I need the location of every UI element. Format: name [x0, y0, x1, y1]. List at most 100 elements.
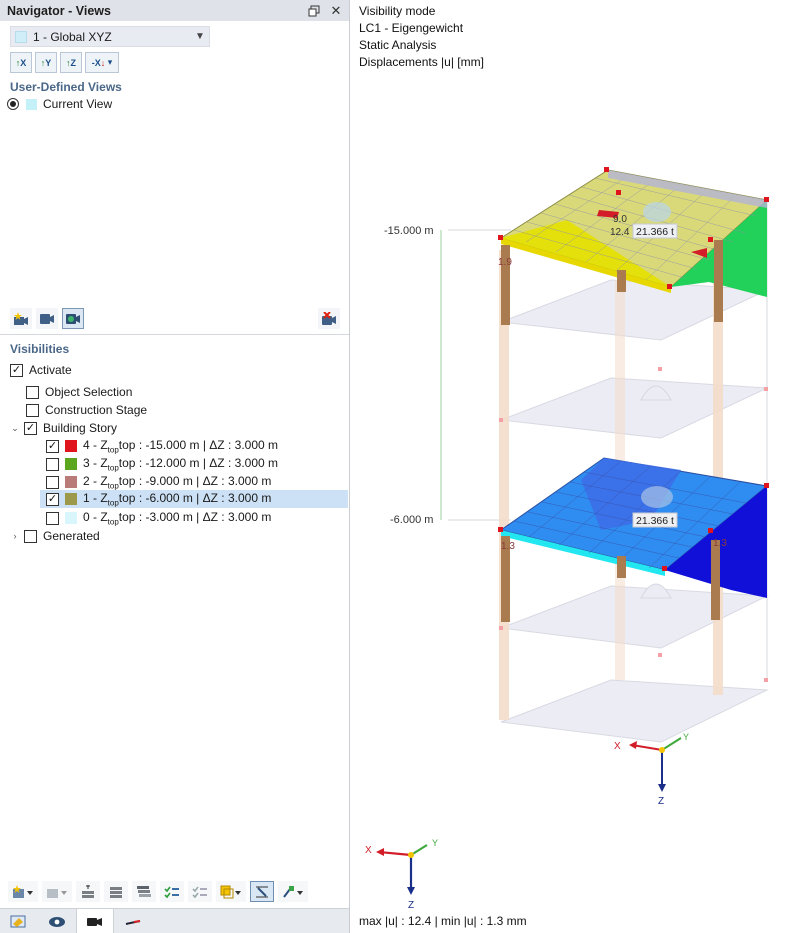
camera-settings-icon[interactable]: [62, 308, 84, 329]
story-row-3[interactable]: 3 - Ztoptop : -12.000 m | ΔZ : 3.000 m: [46, 455, 278, 473]
value-label: 1.3: [501, 541, 515, 552]
view-select[interactable]: 1 - Global XYZ ▼: [10, 26, 210, 47]
generated-item[interactable]: › Generated: [9, 527, 100, 545]
story-1-checkbox[interactable]: [46, 492, 59, 506]
result-summary-status: max |u| : 12.4 | min |u| : 1.3 mm: [359, 914, 527, 928]
visibilities-title: Visibilities: [10, 342, 70, 356]
activate-label: Activate: [29, 363, 72, 377]
view-y-button[interactable]: ↑ Y: [35, 52, 57, 73]
story-row-1[interactable]: 1 - Ztoptop : -6.000 m | ΔZ : 3.000 m: [40, 490, 348, 508]
story-row-4[interactable]: 4 - Ztoptop : -15.000 m | ΔZ : 3.000 m: [46, 437, 278, 455]
svg-text:X: X: [365, 845, 372, 856]
current-view-item[interactable]: Current View: [7, 97, 112, 111]
floor-1: [499, 457, 769, 598]
force-label-top: 21.366 t: [632, 223, 678, 239]
view-z-button[interactable]: ↑ Z: [60, 52, 82, 73]
construction-stage-item[interactable]: Construction Stage: [26, 401, 147, 419]
delete-view-icon[interactable]: [318, 308, 340, 329]
navigator-tabs: [0, 908, 349, 933]
chevron-down-icon[interactable]: ⌄: [9, 423, 21, 434]
level-label-bottom: -6.000 m: [390, 514, 433, 526]
story-4-label: 4 - Ztoptop : -15.000 m | ΔZ : 3.000 m: [83, 437, 279, 455]
story-4-checkbox[interactable]: [46, 439, 59, 453]
new-visibility-icon[interactable]: [8, 881, 38, 902]
deselect-all-icon[interactable]: [188, 881, 212, 902]
select-all-icon[interactable]: [160, 881, 184, 902]
generated-label: Generated: [43, 529, 100, 543]
story-0-label: 0 - Ztoptop : -3.000 m | ΔZ : 3.000 m: [83, 509, 272, 527]
visibility-toolbar: [8, 881, 308, 902]
close-icon[interactable]: ✕: [327, 2, 345, 20]
axis-triad-model: X Y Z: [614, 732, 689, 807]
chevron-down-icon: ▼: [195, 31, 205, 42]
edit-visibility-icon[interactable]: [42, 881, 72, 902]
tab-views[interactable]: [76, 909, 114, 933]
story-4-swatch: [65, 440, 77, 452]
story-1-label: 1 - Ztoptop : -6.000 m | ΔZ : 3.000 m: [83, 490, 272, 508]
delete-view-toolbar: [318, 308, 340, 330]
tab-display[interactable]: [38, 909, 76, 933]
object-selection-item[interactable]: Object Selection: [26, 383, 132, 401]
color-objects-icon[interactable]: [216, 881, 246, 902]
activate-item[interactable]: Activate: [10, 361, 72, 379]
object-selection-label: Object Selection: [45, 385, 133, 399]
object-selection-checkbox[interactable]: [26, 385, 39, 399]
layers-icon[interactable]: [104, 881, 128, 902]
view-neg-x-button[interactable]: -X ↓ ▾: [85, 52, 119, 73]
axis-triad-corner: X Y Z: [365, 838, 438, 911]
svg-text:Z: Z: [658, 796, 664, 807]
value-label: 12.4: [610, 227, 630, 238]
svg-text:21.366 t: 21.366 t: [636, 515, 674, 527]
add-layer-icon[interactable]: [76, 881, 100, 902]
svg-text:X: X: [614, 741, 621, 752]
axis-direction-toolbar: ↑ X ↑ Y ↑ Z -X ↓ ▾: [10, 52, 119, 73]
svg-text:Y: Y: [432, 838, 438, 848]
view-select-value: 1 - Global XYZ: [33, 29, 112, 44]
divider: [0, 334, 349, 335]
force-label-mid: 21.366 t: [632, 512, 678, 528]
story-2-label: 2 - Ztoptop : -9.000 m | ΔZ : 3.000 m: [83, 473, 272, 491]
current-view-radio[interactable]: [7, 98, 19, 110]
user-defined-views-title: User-Defined Views: [10, 80, 122, 94]
svg-text:Z: Z: [408, 900, 414, 911]
story-1-swatch: [65, 493, 77, 505]
building-story-checkbox[interactable]: [24, 421, 37, 435]
navigator-header: Navigator - Views ✕: [0, 0, 349, 21]
story-2-swatch: [65, 476, 77, 488]
view-actions-toolbar: [10, 308, 84, 330]
model-viewport[interactable]: Visibility mode LC1 - Eigengewicht Stati…: [351, 0, 790, 933]
story-3-swatch: [65, 458, 77, 470]
value-label: 1.3: [713, 538, 727, 549]
filter-tool-icon[interactable]: [250, 881, 274, 902]
tab-results[interactable]: [114, 909, 152, 933]
value-label: 9.0: [613, 214, 627, 225]
story-0-checkbox[interactable]: [46, 511, 59, 525]
story-0-swatch: [65, 512, 77, 524]
building-story-label: Building Story: [43, 421, 118, 435]
navigator-title: Navigator - Views: [7, 3, 111, 18]
activate-checkbox[interactable]: [10, 363, 23, 377]
construction-stage-label: Construction Stage: [45, 403, 148, 417]
current-view-label: Current View: [43, 97, 113, 111]
value-label: 1.9: [498, 257, 512, 268]
layers-stack-icon[interactable]: [132, 881, 156, 902]
tab-data[interactable]: [0, 909, 38, 933]
story-2-checkbox[interactable]: [46, 475, 59, 489]
svg-text:Y: Y: [683, 732, 689, 742]
story-3-checkbox[interactable]: [46, 457, 59, 471]
generated-checkbox[interactable]: [24, 529, 37, 543]
view-x-button[interactable]: ↑ X: [10, 52, 32, 73]
construction-stage-checkbox[interactable]: [26, 403, 39, 417]
building-story-item[interactable]: ⌄ Building Story: [9, 419, 117, 437]
structure-model[interactable]: 9.0 12.4 1.9 1.3 1.3 21.366 t 21.366 t -…: [351, 0, 790, 933]
navigator-panel: Navigator - Views ✕ 1 - Global XYZ ▼ ↑ X …: [0, 0, 350, 933]
view-swatch: [15, 30, 27, 43]
float-window-icon[interactable]: [305, 2, 323, 20]
camera-icon[interactable]: [36, 308, 58, 329]
chevron-right-icon[interactable]: ›: [9, 531, 21, 541]
story-row-2[interactable]: 2 - Ztoptop : -9.000 m | ΔZ : 3.000 m: [46, 473, 271, 491]
new-view-icon[interactable]: [10, 308, 32, 329]
svg-text:21.366 t: 21.366 t: [636, 226, 674, 238]
story-row-0[interactable]: 0 - Ztoptop : -3.000 m | ΔZ : 3.000 m: [46, 509, 271, 527]
display-options-icon[interactable]: [278, 881, 308, 902]
